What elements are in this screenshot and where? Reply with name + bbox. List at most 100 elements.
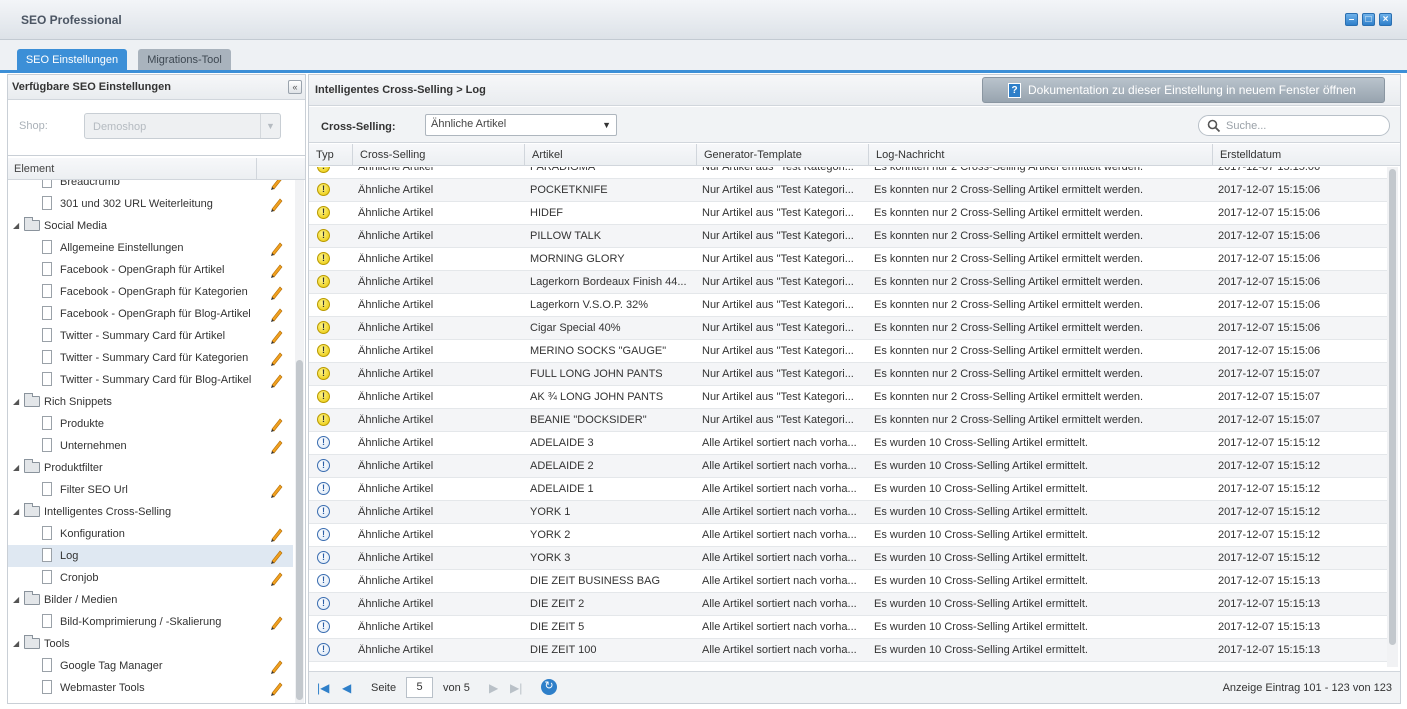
tab-migrations-tool[interactable]: Migrations-Tool — [138, 49, 231, 71]
pencil-icon[interactable] — [269, 328, 283, 344]
tree-item-produkte[interactable]: Produkte — [8, 413, 293, 435]
pencil-icon[interactable] — [269, 614, 283, 630]
table-row[interactable]: ! Ähnliche Artikel DIE ZEIT BUSINESS BAG Al… — [309, 570, 1387, 593]
pencil-icon[interactable] — [269, 180, 283, 190]
table-row[interactable]: ! Ähnliche Artikel ADELAIDE 1 Alle Artikel … — [309, 478, 1387, 501]
tree-folder-produktfilter[interactable]: ◢ Produktfilter — [8, 457, 293, 479]
table-row[interactable]: ! Ähnliche Artikel BEANIE "DOCKSIDER" Nur A… — [309, 409, 1387, 432]
grid-scrollbar[interactable] — [1387, 167, 1398, 667]
expand-arrow-icon[interactable]: ◢ — [13, 595, 19, 604]
table-row[interactable]: ! Ähnliche Artikel YORK 1 Alle Artikel sort… — [309, 501, 1387, 524]
table-row[interactable]: ! Ähnliche Artikel ADELAIDE 3 Alle Artikel … — [309, 432, 1387, 455]
pencil-icon[interactable] — [269, 284, 283, 300]
tree-item-twitter-summary-card-f-r-artikel[interactable]: Twitter - Summary Card für Artikel — [8, 325, 293, 347]
table-row[interactable]: ! Ähnliche Artikel DIE ZEIT 2 Alle Artikel … — [309, 593, 1387, 616]
table-row[interactable]: ! Ähnliche Artikel DIE ZEIT 100 Alle Artike… — [309, 639, 1387, 662]
tree-item-unternehmen[interactable]: Unternehmen — [8, 435, 293, 457]
pencil-icon[interactable] — [269, 570, 283, 586]
table-row[interactable]: ! Ähnliche Artikel HIDEF Nur Artikel aus "T… — [309, 202, 1387, 225]
previous-page-icon[interactable]: ◀ — [342, 681, 351, 695]
tree-folder-bilder-medien[interactable]: ◢ Bilder / Medien — [8, 589, 293, 611]
pencil-icon[interactable] — [269, 196, 283, 212]
search-input[interactable]: Suche... — [1198, 115, 1390, 136]
table-row[interactable]: ! Ähnliche Artikel Lagerkorn V.S.O.P. 32% N… — [309, 294, 1387, 317]
tree-item-301-und-302-url-weiterleitung[interactable]: 301 und 302 URL Weiterleitung — [8, 193, 293, 215]
column-header-log-nachricht[interactable]: Log-Nachricht — [869, 144, 1213, 166]
table-row[interactable]: ! Ähnliche Artikel POCKETKNIFE Nur Artikel … — [309, 179, 1387, 202]
maximize-icon[interactable]: □ — [1362, 13, 1375, 26]
table-row[interactable]: ! Ähnliche Artikel PILLOW TALK Nur Artikel … — [309, 225, 1387, 248]
table-row[interactable]: ! Ähnliche Artikel ADELAIDE 2 Alle Artikel … — [309, 455, 1387, 478]
table-row[interactable]: ! Ähnliche Artikel FULL LONG JOHN PANTS Nur… — [309, 363, 1387, 386]
tree-item-konfiguration[interactable]: Konfiguration — [8, 523, 293, 545]
tree-column-header[interactable]: Element — [8, 158, 305, 180]
tree-folder-tools[interactable]: ◢ Tools — [8, 633, 293, 655]
column-header-erstelldatum[interactable]: Erstelldatum — [1213, 144, 1400, 166]
table-row[interactable]: ! Ähnliche Artikel Lagerkorn Bordeaux Fini… — [309, 271, 1387, 294]
pencil-icon[interactable] — [269, 438, 283, 454]
table-row[interactable]: ! Ähnliche Artikel PARADIGMA Nur Artikel au… — [309, 167, 1387, 179]
pencil-icon[interactable] — [269, 658, 283, 674]
refresh-icon[interactable]: ↻ — [541, 679, 557, 695]
tree-item-facebook-opengraph-f-r-kategorien[interactable]: Facebook - OpenGraph für Kategorien — [8, 281, 293, 303]
tree-item-cronjob[interactable]: Cronjob — [8, 567, 293, 589]
expand-arrow-icon[interactable]: ◢ — [13, 463, 19, 472]
pencil-icon[interactable] — [269, 240, 283, 256]
open-documentation-button[interactable]: ? Dokumentation zu dieser Einstellung in… — [982, 77, 1385, 103]
first-page-icon[interactable]: |◀ — [317, 681, 329, 695]
tree-scrollbar[interactable] — [295, 180, 304, 703]
pencil-icon[interactable] — [269, 416, 283, 432]
expand-arrow-icon[interactable]: ◢ — [13, 639, 19, 648]
pencil-icon[interactable] — [269, 306, 283, 322]
table-row[interactable]: ! Ähnliche Artikel YORK 2 Alle Artikel sort… — [309, 524, 1387, 547]
tree-item-facebook-opengraph-f-r-blog-artikel[interactable]: Facebook - OpenGraph für Blog-Artikel — [8, 303, 293, 325]
expand-arrow-icon[interactable]: ◢ — [13, 397, 19, 406]
column-header-typ[interactable]: Typ — [309, 144, 353, 166]
column-header-artikel[interactable]: Artikel — [525, 144, 697, 166]
scrollbar-thumb[interactable] — [296, 360, 303, 700]
pencil-icon[interactable] — [269, 548, 283, 564]
info-icon: ! — [317, 528, 330, 541]
pencil-icon[interactable] — [269, 482, 283, 498]
expand-arrow-icon[interactable]: ◢ — [13, 221, 19, 230]
table-row[interactable]: ! Ähnliche Artikel DIE ZEIT 5 Alle Artikel … — [309, 616, 1387, 639]
page-number-input[interactable]: 5 — [406, 677, 433, 698]
tree-item-twitter-summary-card-f-r-kategorien[interactable]: Twitter - Summary Card für Kategorien — [8, 347, 293, 369]
tree-folder-intelligentes-cross-selling[interactable]: ◢ Intelligentes Cross-Selling — [8, 501, 293, 523]
tab-seo-einstellungen[interactable]: SEO Einstellungen — [17, 49, 127, 71]
expand-arrow-icon[interactable]: ◢ — [13, 507, 19, 516]
cell-erstelldatum: 2017-12-07 15:15:12 — [1218, 460, 1321, 472]
last-page-icon[interactable]: ▶| — [510, 681, 522, 695]
scrollbar-thumb[interactable] — [1389, 169, 1396, 645]
tree-item-google-tag-manager[interactable]: Google Tag Manager — [8, 655, 293, 677]
close-icon[interactable]: × — [1379, 13, 1392, 26]
tree-item-allgemeine-einstellungen[interactable]: Allgemeine Einstellungen — [8, 237, 293, 259]
table-row[interactable]: ! Ähnliche Artikel Cigar Special 40% Nur Ar… — [309, 317, 1387, 340]
tree-item-filter-seo-url[interactable]: Filter SEO Url — [8, 479, 293, 501]
tree-folder-rich-snippets[interactable]: ◢ Rich Snippets — [8, 391, 293, 413]
cell-cross-selling: Ähnliche Artikel — [358, 414, 434, 426]
pencil-icon[interactable] — [269, 680, 283, 696]
cell-erstelldatum: 2017-12-07 15:15:12 — [1218, 552, 1321, 564]
tree-item-twitter-summary-card-f-r-blog-artikel[interactable]: Twitter - Summary Card für Blog-Artikel — [8, 369, 293, 391]
table-row[interactable]: ! Ähnliche Artikel MERINO SOCKS "GAUGE" Nur… — [309, 340, 1387, 363]
column-header-generator-template[interactable]: Generator-Template — [697, 144, 869, 166]
pencil-icon[interactable] — [269, 262, 283, 278]
collapse-panel-icon[interactable]: « — [288, 80, 302, 94]
table-row[interactable]: ! Ähnliche Artikel AK ¾ LONG JOHN PANTS Nur… — [309, 386, 1387, 409]
table-row[interactable]: ! Ähnliche Artikel YORK 3 Alle Artikel sort… — [309, 547, 1387, 570]
tree-folder-social-media[interactable]: ◢ Social Media — [8, 215, 293, 237]
pencil-icon[interactable] — [269, 372, 283, 388]
tree-item-facebook-opengraph-f-r-artikel[interactable]: Facebook - OpenGraph für Artikel — [8, 259, 293, 281]
cross-selling-select[interactable]: Ähnliche Artikel ▼ — [425, 114, 617, 136]
tree-item-webmaster-tools[interactable]: Webmaster Tools — [8, 677, 293, 699]
column-header-cross-selling[interactable]: Cross-Selling — [353, 144, 525, 166]
tree-item-breadcrumb[interactable]: Breadcrumb — [8, 180, 293, 193]
minimize-icon[interactable]: – — [1345, 13, 1358, 26]
tree-item-bild-komprimierung-skalierung[interactable]: Bild-Komprimierung / -Skalierung — [8, 611, 293, 633]
next-page-icon[interactable]: ▶ — [489, 681, 498, 695]
pencil-icon[interactable] — [269, 350, 283, 366]
table-row[interactable]: ! Ähnliche Artikel MORNING GLORY Nur Artike… — [309, 248, 1387, 271]
tree-item-log[interactable]: Log — [8, 545, 293, 567]
pencil-icon[interactable] — [269, 526, 283, 542]
